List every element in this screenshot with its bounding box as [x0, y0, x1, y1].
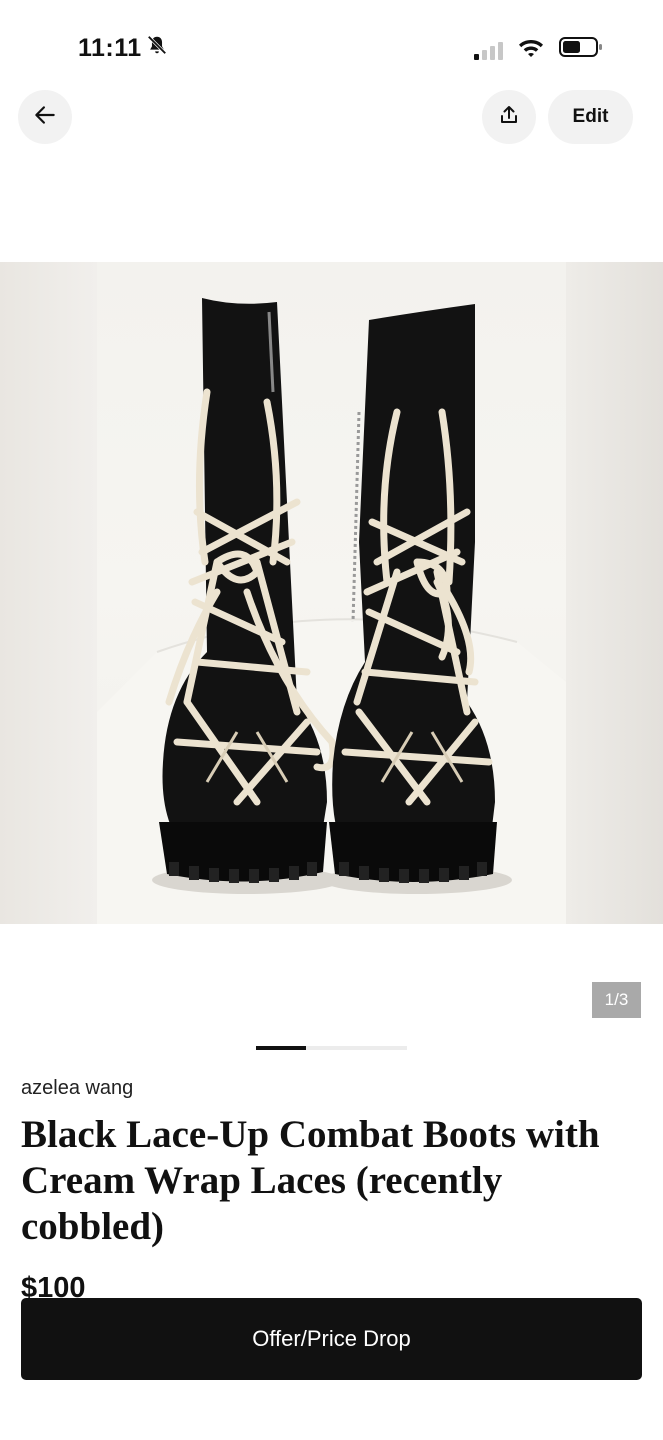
status-time: 11:11: [78, 34, 168, 63]
product-photo[interactable]: [97, 262, 566, 924]
offer-price-drop-button[interactable]: Offer/Price Drop: [21, 1298, 642, 1380]
signal-icon: [474, 40, 503, 60]
wifi-icon: [517, 36, 545, 63]
status-icons: [474, 36, 603, 63]
back-button[interactable]: [18, 90, 72, 144]
boots-illustration: [97, 298, 566, 924]
photo-carousel[interactable]: [0, 262, 663, 924]
status-bar: 11:11: [0, 0, 663, 90]
gallery-progress-fill: [256, 1046, 306, 1050]
listing-title: Black Lace-Up Combat Boots with Cream Wr…: [21, 1113, 600, 1248]
edit-button[interactable]: Edit: [548, 90, 633, 144]
arrow-left-icon: [32, 102, 58, 133]
wall-backdrop-right: [566, 262, 663, 924]
battery-icon: [559, 36, 603, 63]
share-upload-icon: [497, 103, 521, 132]
top-nav: Edit: [0, 90, 663, 146]
gallery-progress-track: [256, 1046, 407, 1050]
seller-name[interactable]: azelea wang: [21, 1077, 133, 1100]
wall-backdrop-left: [0, 262, 97, 924]
share-button[interactable]: [482, 90, 536, 144]
clock-time: 11:11: [78, 34, 142, 62]
gallery-counter-badge: 1/3: [592, 982, 641, 1018]
bell-slash-icon: [146, 34, 168, 63]
